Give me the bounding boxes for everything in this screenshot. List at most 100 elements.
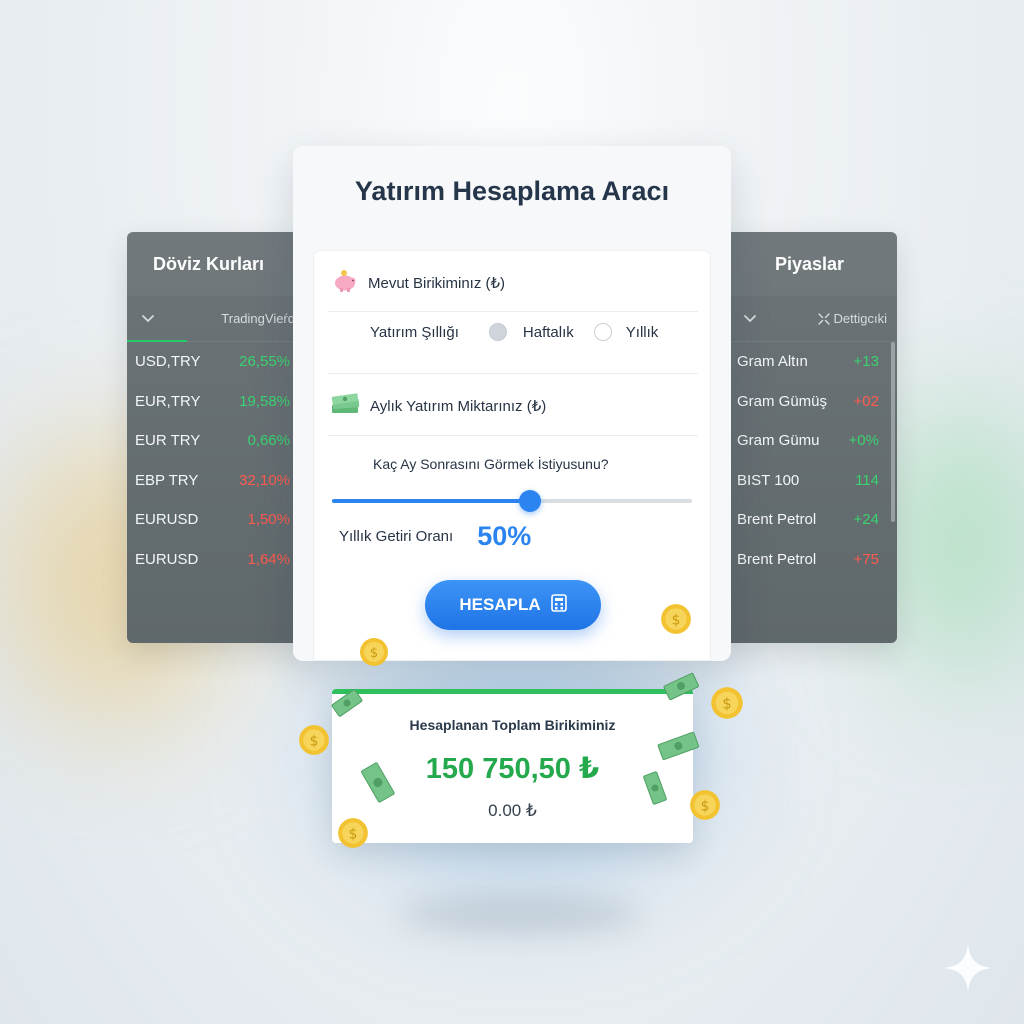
radio-yearly[interactable] [593, 323, 612, 341]
sparkle-icon [944, 944, 992, 992]
markets-toolbar: Dettigcıki [717, 296, 897, 342]
active-tab-indicator [127, 340, 187, 342]
result-accent-bar [332, 689, 693, 694]
rate-row[interactable]: EBP TRY 32,10% [127, 461, 307, 501]
market-row[interactable]: BIST 100 114 [717, 461, 897, 501]
exchange-rates-toolbar: TradingVieŕd [127, 296, 307, 342]
market-row[interactable]: Gram Gümu +0% [717, 421, 897, 461]
calculator-title: Yatırım Hesaplama Aracı [354, 175, 670, 206]
coin-icon: $ [661, 604, 691, 634]
monthly-amount-label: Aylık Yatırım Miktarınız (₺) [370, 398, 547, 415]
radio-weekly[interactable] [488, 323, 507, 341]
coin-icon: $ [690, 790, 720, 820]
months-field-label: Kaç Ay Sonrasını Görmek İstiyusunu? [314, 451, 712, 477]
result-title: Hesaplanan Toplam Birikiminiz [409, 717, 616, 733]
market-name: Brent Petrol [737, 511, 817, 529]
savings-field[interactable]: Mevut Birikiminız (₺) [314, 263, 712, 303]
floor-shadow [400, 895, 640, 935]
slider-thumb[interactable] [519, 490, 541, 512]
market-row[interactable]: Brent Petrol +24 [717, 500, 897, 540]
investment-calculator-card: Yatırım Hesaplama Aracı Mevut Birikiminı… [293, 146, 731, 661]
rate-row[interactable]: EURUSD 1,50% [127, 500, 307, 540]
background-glow-green [880, 400, 1024, 680]
market-value: +02 [853, 392, 879, 410]
divider [328, 435, 698, 436]
coin-icon: $ [299, 725, 329, 755]
market-value: +75 [853, 550, 879, 568]
divider [328, 373, 698, 374]
rate-change: 1,64% [247, 550, 290, 568]
radio-yearly-label[interactable]: Yıllık [626, 324, 659, 341]
svg-text:$: $ [701, 798, 710, 814]
exchange-rates-panel: Döviz Kurları TradingVieŕd USD,TRY 26,55%… [127, 232, 307, 643]
exchange-rates-title: Döviz Kurları [127, 232, 307, 296]
chevron-down-icon[interactable] [739, 308, 761, 330]
market-row[interactable]: Brent Petrol +75 [717, 540, 897, 580]
rate-change: 19,58% [239, 392, 290, 410]
svg-text:$: $ [370, 646, 378, 661]
collapse-arrows-icon [817, 312, 830, 325]
market-value: 114 [855, 471, 879, 489]
market-row[interactable]: Gram Gümüş +02 [717, 382, 897, 422]
annual-return-value[interactable]: 50% [477, 521, 531, 552]
radio-weekly-label[interactable]: Haftalık [523, 324, 574, 341]
months-slider[interactable] [332, 490, 692, 512]
rate-change: 26,55% [239, 353, 290, 371]
currency-pair: EUR,TRY [135, 392, 201, 410]
rate-change: 32,10% [239, 471, 290, 489]
chevron-down-icon[interactable] [137, 308, 159, 330]
divider [328, 311, 698, 312]
svg-text:$: $ [672, 612, 681, 628]
frequency-label: Yatırım Şıllığı [370, 323, 459, 341]
currency-pair: EBP TRY [135, 471, 199, 489]
currency-pair: USD,TRY [135, 353, 201, 371]
piggy-bank-icon [332, 268, 358, 298]
rate-row[interactable]: EUR TRY 0,66% [127, 421, 307, 461]
money-stack-icon [330, 391, 360, 421]
market-value: +13 [853, 353, 879, 371]
rate-change: 1,50% [247, 511, 290, 529]
markets-panel: Piyaslar Dettigcıki Gram Altın +13 Gram G… [717, 232, 897, 643]
coin-icon: $ [360, 638, 388, 666]
market-name: BIST 100 [737, 471, 800, 489]
coin-icon: $ [711, 687, 743, 719]
market-name: Brent Petrol [737, 550, 817, 568]
calculate-button-label: HESAPLA [459, 595, 541, 614]
rate-row[interactable]: EUR,TRY 19,58% [127, 382, 307, 422]
months-label: Kaç Ay Sonrasını Görmek İstiyusunu? [373, 456, 609, 472]
banknote-icon [361, 762, 395, 803]
currency-pair: EURUSD [135, 550, 199, 568]
svg-text:$: $ [310, 733, 319, 749]
coin-icon: $ [338, 818, 368, 848]
market-name: Gram Gümu [737, 432, 820, 450]
banknote-icon [331, 689, 363, 717]
filter-button[interactable]: Dettigcıki [817, 311, 887, 326]
slider-fill [332, 499, 530, 503]
currency-pair: EUR TRY [135, 432, 201, 450]
savings-label: Mevut Birikiminız (₺) [368, 275, 506, 292]
market-value: +0% [848, 432, 879, 450]
calculator-icon [550, 593, 567, 617]
banknote-icon [643, 771, 667, 805]
rate-row[interactable]: EURUSD 1,64% [127, 540, 307, 580]
svg-text:$: $ [722, 696, 731, 713]
monthly-amount-field[interactable]: Aylık Yatırım Miktarınız (₺) [314, 387, 712, 425]
annual-return-field: Yıllık Getiri Oranı 50% [314, 521, 712, 552]
banknote-icon [657, 731, 700, 761]
rate-change: 0,66% [247, 432, 290, 450]
svg-text:$: $ [349, 826, 358, 842]
calculator-form: Mevut Birikiminız (₺) Yatırım Şıllığı Ha… [313, 250, 711, 661]
source-link[interactable]: TradingVieŕd [221, 311, 295, 326]
market-list: Gram Altın +13 Gram Gümüş +02 Gram Gümu +0%… [717, 342, 897, 579]
market-row[interactable]: Gram Altın +13 [717, 342, 897, 382]
banknote-icon [663, 672, 699, 701]
rate-row[interactable]: USD,TRY 26,55% [127, 342, 307, 382]
markets-title: Piyaslar [717, 232, 897, 296]
scrollbar[interactable] [891, 342, 895, 522]
currency-pair: EURUSD [135, 511, 199, 529]
calculate-button[interactable]: HESAPLA [425, 580, 601, 630]
market-name: Gram Altın [737, 353, 808, 371]
frequency-field: Yatırım Şıllığı Haftalık Yıllık [314, 323, 712, 341]
annual-return-label: Yıllık Getiri Oranı [339, 528, 454, 545]
market-name: Gram Gümüş [737, 392, 828, 410]
